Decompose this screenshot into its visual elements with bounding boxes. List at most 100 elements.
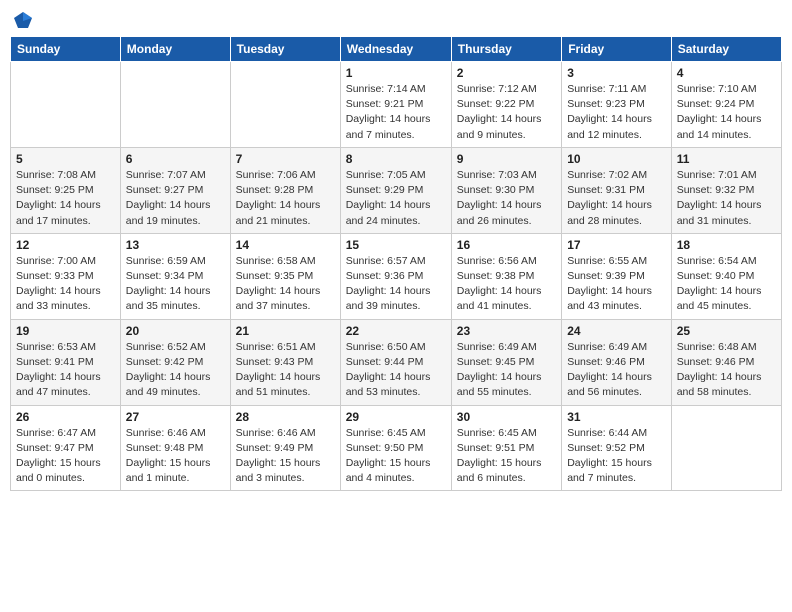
weekday-header-cell: Friday — [562, 37, 672, 62]
day-detail: Sunrise: 6:53 AMSunset: 9:41 PMDaylight:… — [16, 340, 115, 401]
day-number: 12 — [16, 238, 115, 252]
day-detail: Sunrise: 7:07 AMSunset: 9:27 PMDaylight:… — [126, 168, 225, 229]
calendar-day-cell: 6 Sunrise: 7:07 AMSunset: 9:27 PMDaylight… — [120, 147, 230, 233]
calendar-day-cell: 9 Sunrise: 7:03 AMSunset: 9:30 PMDaylight… — [451, 147, 561, 233]
day-detail: Sunrise: 7:08 AMSunset: 9:25 PMDaylight:… — [16, 168, 115, 229]
day-detail: Sunrise: 6:51 AMSunset: 9:43 PMDaylight:… — [236, 340, 335, 401]
calendar-day-cell: 19 Sunrise: 6:53 AMSunset: 9:41 PMDayligh… — [11, 319, 121, 405]
calendar-day-cell: 26Sunrise: 6:47 AMSunset: 9:47 PMDayligh… — [11, 405, 121, 491]
logo-flag-icon — [12, 10, 34, 32]
day-number: 14 — [236, 238, 335, 252]
day-number: 8 — [346, 152, 446, 166]
day-number: 10 — [567, 152, 666, 166]
day-number: 19 — [16, 324, 115, 338]
calendar-day-cell: 23Sunrise: 6:49 AMSunset: 9:45 PMDayligh… — [451, 319, 561, 405]
day-number: 13 — [126, 238, 225, 252]
day-number: 1 — [346, 66, 446, 80]
calendar-day-cell: 12 Sunrise: 7:00 AMSunset: 9:33 PMDayligh… — [11, 233, 121, 319]
day-number: 17 — [567, 238, 666, 252]
calendar-day-cell: 7 Sunrise: 7:06 AMSunset: 9:28 PMDaylight… — [230, 147, 340, 233]
day-number: 22 — [346, 324, 446, 338]
calendar-day-cell: 17 Sunrise: 6:55 AMSunset: 9:39 PMDayligh… — [562, 233, 672, 319]
day-number: 25 — [677, 324, 776, 338]
day-detail: Sunrise: 6:45 AMSunset: 9:51 PMDaylight:… — [457, 426, 556, 487]
day-number: 5 — [16, 152, 115, 166]
day-detail: Sunrise: 6:55 AMSunset: 9:39 PMDaylight:… — [567, 254, 666, 315]
day-number: 28 — [236, 410, 335, 424]
day-number: 16 — [457, 238, 556, 252]
calendar-day-cell: 4 Sunrise: 7:10 AMSunset: 9:24 PMDaylight… — [671, 62, 781, 148]
weekday-header-cell: Tuesday — [230, 37, 340, 62]
calendar-day-cell: 15Sunrise: 6:57 AMSunset: 9:36 PMDayligh… — [340, 233, 451, 319]
day-number: 15 — [346, 238, 446, 252]
logo — [10, 10, 34, 28]
calendar-day-cell: 24 Sunrise: 6:49 AMSunset: 9:46 PMDayligh… — [562, 319, 672, 405]
calendar-day-cell: 2 Sunrise: 7:12 AMSunset: 9:22 PMDaylight… — [451, 62, 561, 148]
day-detail: Sunrise: 7:01 AMSunset: 9:32 PMDaylight:… — [677, 168, 776, 229]
day-detail: Sunrise: 6:45 AMSunset: 9:50 PMDaylight:… — [346, 426, 446, 487]
calendar-day-cell: 28 Sunrise: 6:46 AMSunset: 9:49 PMDayligh… — [230, 405, 340, 491]
day-number: 7 — [236, 152, 335, 166]
day-number: 20 — [126, 324, 225, 338]
day-number: 11 — [677, 152, 776, 166]
day-detail: Sunrise: 7:11 AMSunset: 9:23 PMDaylight:… — [567, 82, 666, 143]
day-detail: Sunrise: 6:58 AMSunset: 9:35 PMDaylight:… — [236, 254, 335, 315]
calendar-day-cell: 14 Sunrise: 6:58 AMSunset: 9:35 PMDayligh… — [230, 233, 340, 319]
calendar-day-cell: 1 Sunrise: 7:14 AMSunset: 9:21 PMDaylight… — [340, 62, 451, 148]
calendar-day-cell: 27 Sunrise: 6:46 AMSunset: 9:48 PMDayligh… — [120, 405, 230, 491]
weekday-header-cell: Sunday — [11, 37, 121, 62]
day-detail: Sunrise: 6:50 AMSunset: 9:44 PMDaylight:… — [346, 340, 446, 401]
calendar-day-cell: 10Sunrise: 7:02 AMSunset: 9:31 PMDayligh… — [562, 147, 672, 233]
day-number: 3 — [567, 66, 666, 80]
day-detail: Sunrise: 7:05 AMSunset: 9:29 PMDaylight:… — [346, 168, 446, 229]
day-detail: Sunrise: 6:49 AMSunset: 9:46 PMDaylight:… — [567, 340, 666, 401]
day-detail: Sunrise: 7:10 AMSunset: 9:24 PMDaylight:… — [677, 82, 776, 143]
calendar-table: SundayMondayTuesdayWednesdayThursdayFrid… — [10, 36, 782, 491]
calendar-day-cell: 5 Sunrise: 7:08 AMSunset: 9:25 PMDaylight… — [11, 147, 121, 233]
weekday-header-cell: Saturday — [671, 37, 781, 62]
day-number: 18 — [677, 238, 776, 252]
day-number: 4 — [677, 66, 776, 80]
calendar-day-cell: 13 Sunrise: 6:59 AMSunset: 9:34 PMDayligh… — [120, 233, 230, 319]
calendar-day-cell: 16Sunrise: 6:56 AMSunset: 9:38 PMDayligh… — [451, 233, 561, 319]
day-detail: Sunrise: 6:52 AMSunset: 9:42 PMDaylight:… — [126, 340, 225, 401]
day-detail: Sunrise: 6:46 AMSunset: 9:48 PMDaylight:… — [126, 426, 225, 487]
day-detail: Sunrise: 7:03 AMSunset: 9:30 PMDaylight:… — [457, 168, 556, 229]
calendar-day-cell — [671, 405, 781, 491]
calendar-day-cell: 18Sunrise: 6:54 AMSunset: 9:40 PMDayligh… — [671, 233, 781, 319]
calendar-day-cell — [120, 62, 230, 148]
day-number: 26 — [16, 410, 115, 424]
day-number: 2 — [457, 66, 556, 80]
day-detail: Sunrise: 7:00 AMSunset: 9:33 PMDaylight:… — [16, 254, 115, 315]
day-number: 21 — [236, 324, 335, 338]
weekday-header-cell: Wednesday — [340, 37, 451, 62]
calendar-day-cell: 29 Sunrise: 6:45 AMSunset: 9:50 PMDayligh… — [340, 405, 451, 491]
calendar-week-row: 12 Sunrise: 7:00 AMSunset: 9:33 PMDayligh… — [11, 233, 782, 319]
weekday-header-row: SundayMondayTuesdayWednesdayThursdayFrid… — [11, 37, 782, 62]
day-detail: Sunrise: 7:06 AMSunset: 9:28 PMDaylight:… — [236, 168, 335, 229]
day-number: 27 — [126, 410, 225, 424]
day-detail: Sunrise: 6:46 AMSunset: 9:49 PMDaylight:… — [236, 426, 335, 487]
day-detail: Sunrise: 7:12 AMSunset: 9:22 PMDaylight:… — [457, 82, 556, 143]
calendar-week-row: 19 Sunrise: 6:53 AMSunset: 9:41 PMDayligh… — [11, 319, 782, 405]
day-number: 31 — [567, 410, 666, 424]
weekday-header-cell: Thursday — [451, 37, 561, 62]
calendar-day-cell: 20 Sunrise: 6:52 AMSunset: 9:42 PMDayligh… — [120, 319, 230, 405]
day-number: 29 — [346, 410, 446, 424]
day-number: 9 — [457, 152, 556, 166]
day-number: 24 — [567, 324, 666, 338]
day-detail: Sunrise: 6:49 AMSunset: 9:45 PMDaylight:… — [457, 340, 556, 401]
day-detail: Sunrise: 7:14 AMSunset: 9:21 PMDaylight:… — [346, 82, 446, 143]
day-detail: Sunrise: 6:48 AMSunset: 9:46 PMDaylight:… — [677, 340, 776, 401]
day-number: 6 — [126, 152, 225, 166]
calendar-day-cell: 31 Sunrise: 6:44 AMSunset: 9:52 PMDayligh… — [562, 405, 672, 491]
day-number: 30 — [457, 410, 556, 424]
day-detail: Sunrise: 6:59 AMSunset: 9:34 PMDaylight:… — [126, 254, 225, 315]
calendar-week-row: 5 Sunrise: 7:08 AMSunset: 9:25 PMDaylight… — [11, 147, 782, 233]
day-detail: Sunrise: 6:44 AMSunset: 9:52 PMDaylight:… — [567, 426, 666, 487]
page-header — [10, 10, 782, 28]
calendar-day-cell: 21 Sunrise: 6:51 AMSunset: 9:43 PMDayligh… — [230, 319, 340, 405]
calendar-day-cell: 25 Sunrise: 6:48 AMSunset: 9:46 PMDayligh… — [671, 319, 781, 405]
calendar-day-cell: 3 Sunrise: 7:11 AMSunset: 9:23 PMDaylight… — [562, 62, 672, 148]
calendar-body: 1 Sunrise: 7:14 AMSunset: 9:21 PMDaylight… — [11, 62, 782, 491]
